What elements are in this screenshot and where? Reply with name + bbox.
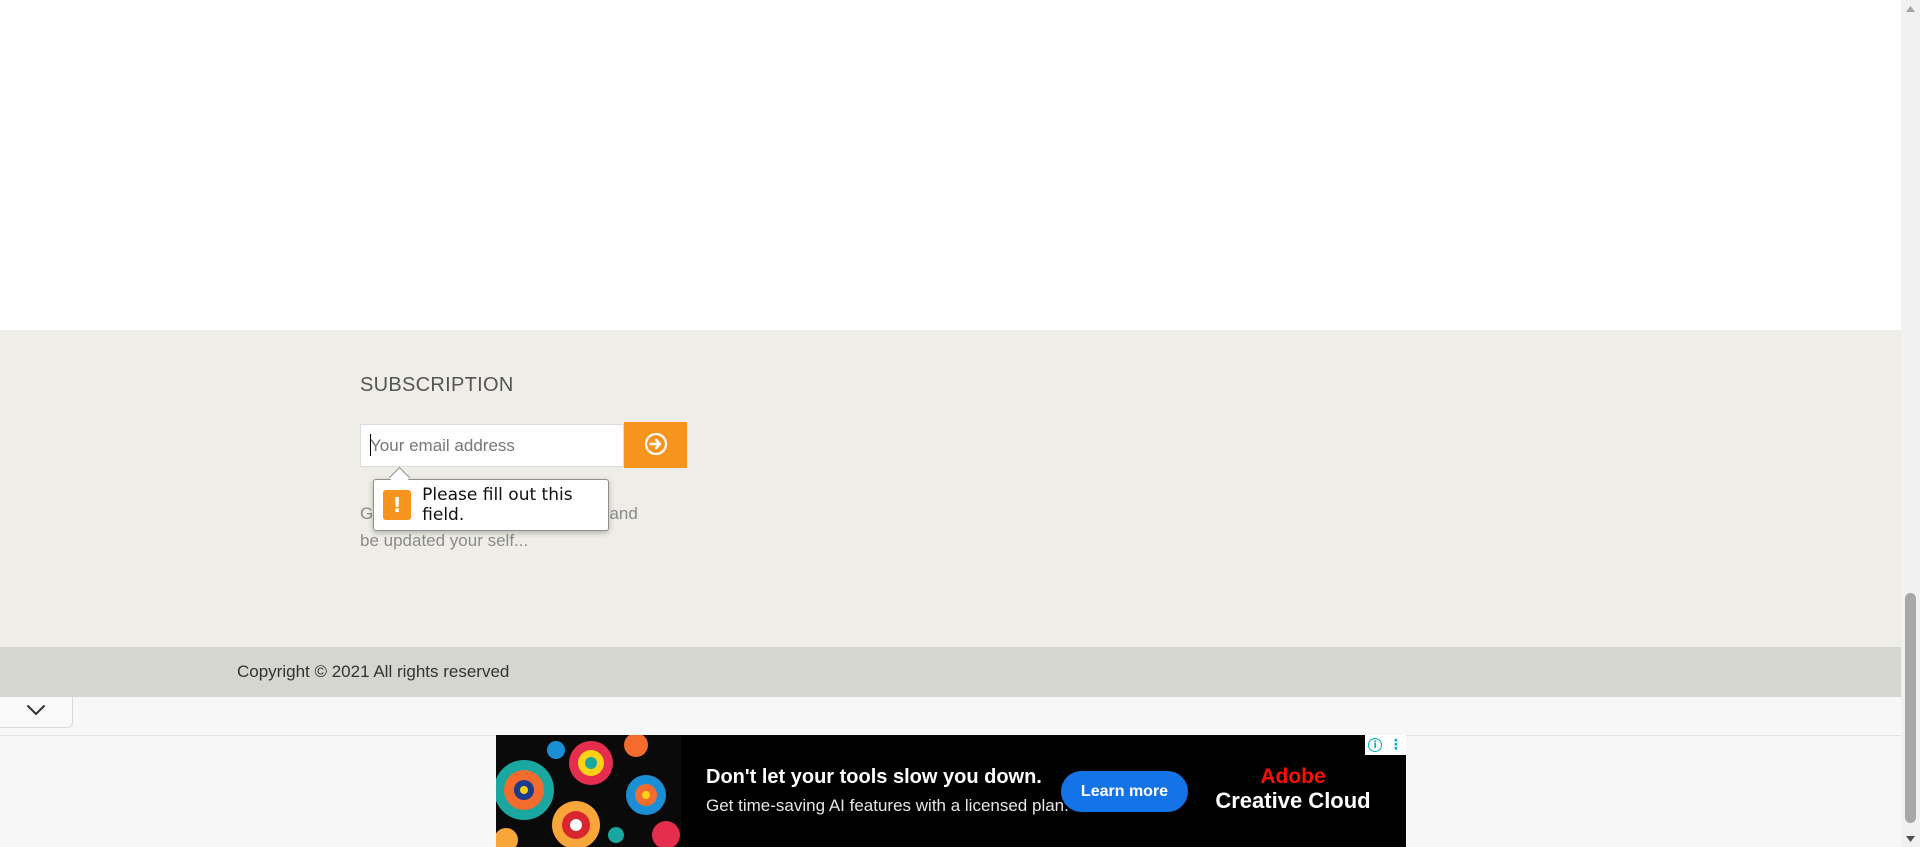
subscription-section: SUBSCRIPTION Get the latest news from ou…	[0, 330, 1901, 647]
ad-headline: Don't let your tools slow you down.	[706, 766, 1042, 788]
text-caret	[370, 434, 371, 456]
subscribe-button[interactable]	[624, 422, 687, 468]
more-options-icon[interactable]: ⋮	[1389, 738, 1403, 752]
page: SUBSCRIPTION Get the latest news from ou…	[0, 0, 1901, 847]
copyright-text: Copyright © 2021 All rights reserved	[237, 662, 510, 681]
learn-more-button[interactable]: Learn more	[1061, 771, 1188, 812]
adchoices[interactable]: i ⋮	[1365, 735, 1406, 755]
ad-brand-adobe: Adobe	[1260, 765, 1326, 788]
ad-strip: Don't let your tools slow you down. Get …	[0, 697, 1901, 847]
copyright-bar: Copyright © 2021 All rights reserved	[0, 647, 1901, 697]
exclamation-icon: !	[383, 490, 412, 520]
scroll-up-arrow-icon[interactable]	[1901, 0, 1920, 17]
arrow-circle-right-icon	[644, 432, 668, 459]
validation-message: Please fill out this field.	[422, 485, 573, 525]
chevron-down-icon	[26, 703, 46, 721]
ad-brand-creative-cloud: Creative Cloud	[1215, 788, 1371, 813]
ad-banner[interactable]: Don't let your tools slow you down. Get …	[496, 735, 1406, 847]
vertical-scrollbar[interactable]	[1901, 0, 1920, 847]
ad-floral-art	[496, 735, 681, 847]
ad-subline: Get time-saving AI features with a licen…	[706, 796, 1069, 815]
tooltip-arrow	[388, 466, 411, 489]
email-input[interactable]	[360, 424, 624, 467]
validation-tooltip: ! Please fill out this field.	[373, 466, 609, 531]
content-blank-area	[0, 0, 1901, 330]
scroll-down-arrow-icon[interactable]	[1901, 830, 1920, 847]
info-icon[interactable]: i	[1368, 738, 1383, 752]
subscription-title: SUBSCRIPTION	[360, 374, 514, 396]
ad-collapse-button[interactable]	[0, 697, 73, 728]
scrollbar-thumb[interactable]	[1905, 593, 1916, 823]
